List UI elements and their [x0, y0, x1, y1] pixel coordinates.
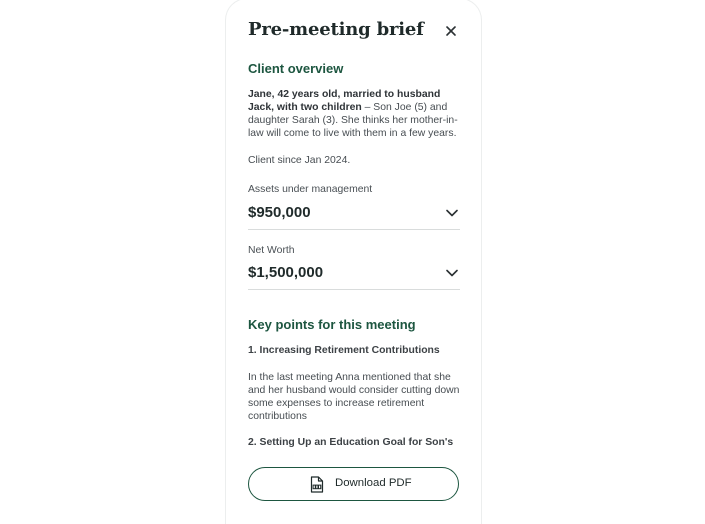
panel-title: Pre-meeting brief [248, 19, 424, 40]
key-point-title: 1. Increasing Retirement Contributions [248, 345, 440, 356]
chevron-down-icon [446, 269, 458, 277]
client-overview-heading: Client overview [248, 61, 344, 76]
key-point-body: In the last meeting Anna mentioned that … [248, 372, 460, 422]
client-since: Client since Jan 2024. [248, 155, 351, 166]
assets-label: Assets under management [248, 184, 373, 195]
assets-value: $950,000 [248, 204, 311, 221]
key-points-heading: Key points for this meeting [248, 317, 416, 332]
assets-dropdown[interactable]: $950,000 [248, 201, 460, 230]
net-worth-label: Net Worth [248, 245, 295, 256]
download-pdf-label: Download PDF [335, 477, 412, 489]
download-pdf-button[interactable]: Download PDF [248, 467, 459, 501]
close-button[interactable] [443, 23, 459, 39]
pdf-file-icon [310, 476, 324, 493]
pre-meeting-brief-panel: Pre-meeting brief Client overview Jane, … [225, 0, 482, 524]
screen: Pre-meeting brief Client overview Jane, … [0, 0, 705, 524]
key-point-title: 2. Setting Up an Education Goal for Son'… [248, 437, 454, 448]
chevron-down-icon [446, 209, 458, 217]
close-icon [446, 26, 456, 36]
client-summary: Jane, 42 years old, married to husband J… [248, 88, 460, 140]
net-worth-value: $1,500,000 [248, 264, 324, 281]
net-worth-dropdown[interactable]: $1,500,000 [248, 261, 460, 290]
